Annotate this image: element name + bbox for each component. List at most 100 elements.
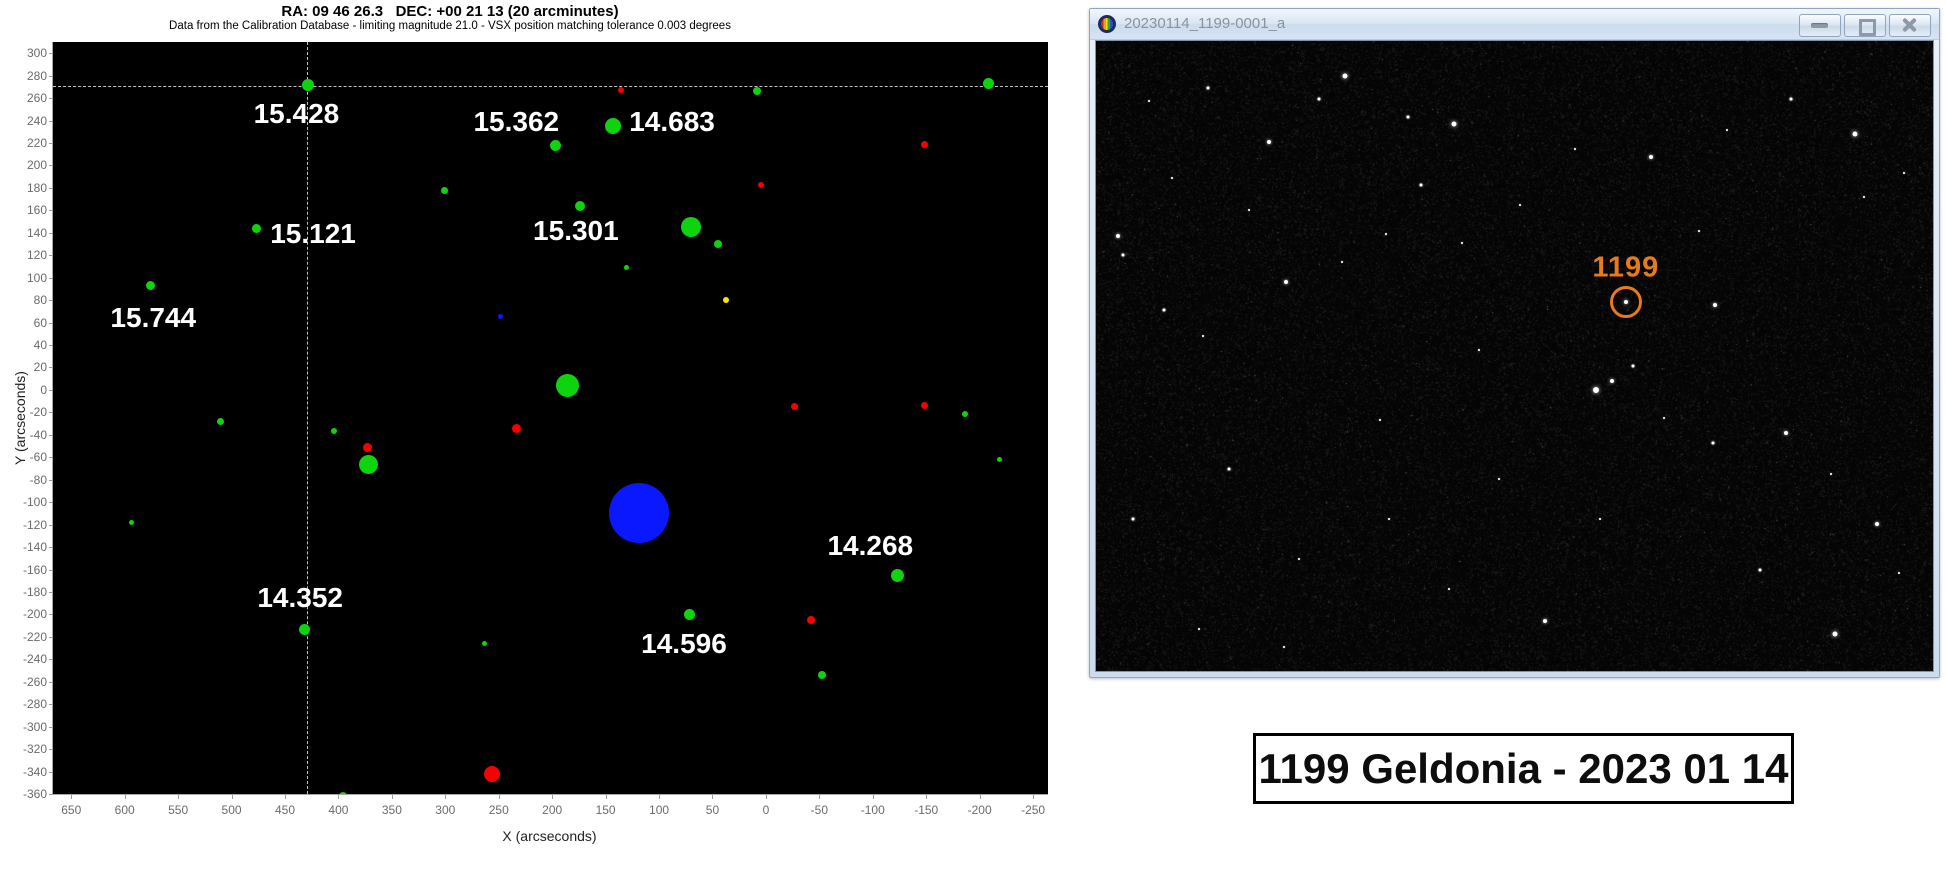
chart-point-green-stars[interactable] — [217, 417, 225, 425]
y-tick-label: 260 — [26, 91, 47, 106]
x-tick-label: 100 — [649, 803, 670, 817]
chart-point-green-stars[interactable] — [128, 519, 134, 525]
star — [1342, 73, 1348, 79]
chart-point-green-stars[interactable] — [818, 671, 827, 680]
chart-point-green-stars[interactable] — [624, 265, 630, 271]
chart-point-green-stars[interactable] — [549, 139, 561, 151]
chart-point-green-stars[interactable] — [681, 217, 702, 238]
x-tick-mark — [391, 795, 393, 799]
chart-point-green-stars[interactable] — [574, 200, 585, 211]
chart-point-green-stars[interactable] — [482, 641, 488, 647]
chart-point-green-stars[interactable] — [555, 373, 579, 397]
chart-point-green-stars[interactable] — [961, 410, 968, 417]
chart-point-green-stars[interactable] — [982, 78, 994, 90]
star — [1874, 521, 1879, 526]
y-tick-label: -360 — [22, 787, 47, 801]
star — [1202, 334, 1205, 337]
plot-area[interactable]: 15.428 14.683 15.362 15.301 15.121 15.744 14.2… — [52, 42, 1048, 795]
chart-point-yellow-stars[interactable] — [723, 297, 730, 304]
y-tick-mark — [49, 502, 53, 504]
x-tick-mark — [552, 795, 554, 799]
chart-point-green-stars[interactable] — [145, 281, 155, 291]
y-tick-mark — [49, 53, 53, 55]
y-tick-mark — [49, 614, 53, 616]
chart-point-green-stars[interactable] — [753, 87, 762, 96]
caption-box: 1199 Geldonia - 2023 01 14 — [1253, 733, 1794, 804]
chart-point-green-stars[interactable] — [338, 792, 347, 794]
star-field-image[interactable]: 1199 — [1095, 40, 1934, 672]
star — [1902, 171, 1905, 174]
chart-point-red-stars[interactable] — [757, 181, 764, 188]
y-tick-label: -240 — [22, 652, 47, 667]
x-tick-mark — [605, 795, 607, 799]
chart-point-red-stars[interactable] — [362, 442, 372, 452]
star — [1862, 196, 1865, 199]
star — [1783, 431, 1788, 436]
x-tick-label: 350 — [381, 803, 402, 817]
chart-point-green-stars[interactable] — [713, 240, 722, 249]
chart-point-red-stars[interactable] — [617, 87, 624, 94]
chart-point-red-stars[interactable] — [920, 140, 928, 148]
star — [1648, 154, 1653, 159]
x-tick-label: 150 — [595, 803, 616, 817]
chart-point-green-stars[interactable] — [331, 428, 338, 435]
chart-point-green-stars[interactable] — [605, 118, 622, 135]
star — [1712, 302, 1717, 307]
y-tick-label: -340 — [22, 764, 47, 779]
chart-point-red-stars[interactable] — [920, 402, 928, 410]
x-tick-label: -150 — [914, 803, 939, 817]
star — [1829, 473, 1832, 476]
star — [1147, 99, 1150, 102]
maximize-icon — [1859, 19, 1876, 36]
x-tick-label: -250 — [1021, 803, 1046, 817]
star — [1789, 97, 1793, 101]
y-tick-mark — [49, 412, 53, 414]
y-tick-mark — [49, 345, 53, 347]
chart-point-green-stars[interactable] — [997, 457, 1003, 463]
star — [1378, 418, 1381, 421]
star — [1573, 147, 1576, 150]
minimize-button[interactable] — [1799, 14, 1841, 37]
y-tick-label: -140 — [22, 540, 47, 555]
star — [1592, 387, 1599, 394]
chart-title: RA: 09 46 26.3 DEC: +00 21 13 (20 arcmin… — [281, 3, 619, 20]
star — [1460, 242, 1463, 245]
x-tick-mark — [979, 795, 981, 799]
chart-point-red-stars[interactable] — [791, 403, 799, 411]
maximize-button[interactable] — [1844, 14, 1886, 37]
chart-point-green-stars[interactable] — [302, 78, 315, 91]
chart-point-red-stars[interactable] — [512, 423, 522, 433]
x-tick-mark — [659, 795, 661, 799]
chart-point-green-stars[interactable] — [890, 568, 904, 582]
comparison-chart-panel: RA: 09 46 26.3 DEC: +00 21 13 (20 arcmin… — [0, 0, 1080, 869]
caption-text: 1199 Geldonia - 2023 01 14 — [1258, 744, 1789, 792]
y-tick-mark — [49, 726, 53, 728]
window-controls — [1799, 14, 1931, 37]
chart-point-green-stars[interactable] — [684, 608, 696, 620]
magnitude-label: 14.268 — [827, 530, 914, 562]
close-button[interactable] — [1889, 14, 1931, 37]
y-tick-mark — [49, 255, 53, 257]
chart-point-green-stars[interactable] — [298, 623, 310, 635]
star — [1406, 115, 1410, 119]
star — [1419, 183, 1423, 187]
y-tick-label: 60 — [33, 315, 47, 330]
chart-point-green-stars[interactable] — [440, 186, 448, 194]
star — [1498, 478, 1501, 481]
chart-point-blue-stars[interactable] — [498, 314, 504, 320]
x-tick-label: 250 — [488, 803, 509, 817]
y-tick-label: -80 — [29, 472, 47, 487]
chart-point-green-stars[interactable] — [251, 223, 261, 233]
chart-point-red-stars[interactable] — [484, 765, 501, 782]
star — [1206, 86, 1210, 90]
x-tick-label: 450 — [274, 803, 295, 817]
x-tick-mark — [872, 795, 874, 799]
chart-point-green-stars[interactable] — [358, 454, 378, 474]
magnitude-label: 14.596 — [641, 628, 727, 660]
x-tick-mark — [231, 795, 233, 799]
y-tick-mark — [49, 143, 53, 144]
y-tick-label: 300 — [26, 46, 47, 61]
chart-point-red-stars[interactable] — [806, 616, 815, 625]
chart-point-blue-stars[interactable] — [608, 483, 669, 544]
window-titlebar[interactable]: 20230114_1199-0001_a — [1090, 9, 1939, 40]
